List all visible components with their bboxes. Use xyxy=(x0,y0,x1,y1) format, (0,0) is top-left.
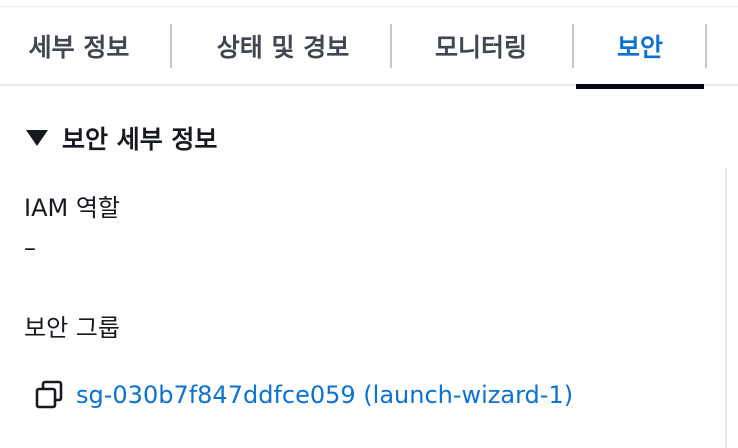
section-title: 보안 세부 정보 xyxy=(62,125,218,154)
tab-monitoring[interactable]: 모니터링 xyxy=(416,6,546,86)
panel-border xyxy=(725,168,727,448)
tab-security[interactable]: 보안 xyxy=(576,6,704,86)
security-group-link[interactable]: sg-030b7f847ddfce059 (launch-wizard-1) xyxy=(76,381,573,409)
tab-bar: 세부 정보 상태 및 경보 모니터링 보안 xyxy=(0,6,738,89)
iam-role-label: IAM 역할 xyxy=(24,194,120,222)
iam-role-value: – xyxy=(24,234,36,262)
tab-divider xyxy=(572,24,574,68)
tab-status-alarms[interactable]: 상태 및 경보 xyxy=(200,6,366,86)
tab-divider xyxy=(390,24,392,68)
security-group-item: sg-030b7f847ddfce059 (launch-wizard-1) xyxy=(34,380,573,410)
security-groups-label: 보안 그룹 xyxy=(24,314,120,342)
caret-down-icon xyxy=(26,130,48,146)
tab-divider xyxy=(705,24,707,68)
security-details-header[interactable]: 보안 세부 정보 xyxy=(24,120,217,156)
security-panel: 보안 세부 정보 IAM 역할 – 보안 그룹 sg-030b7f847ddfc… xyxy=(0,88,738,448)
tab-details[interactable]: 세부 정보 xyxy=(14,6,144,86)
tab-divider xyxy=(170,24,172,68)
copy-icon[interactable] xyxy=(34,380,64,410)
